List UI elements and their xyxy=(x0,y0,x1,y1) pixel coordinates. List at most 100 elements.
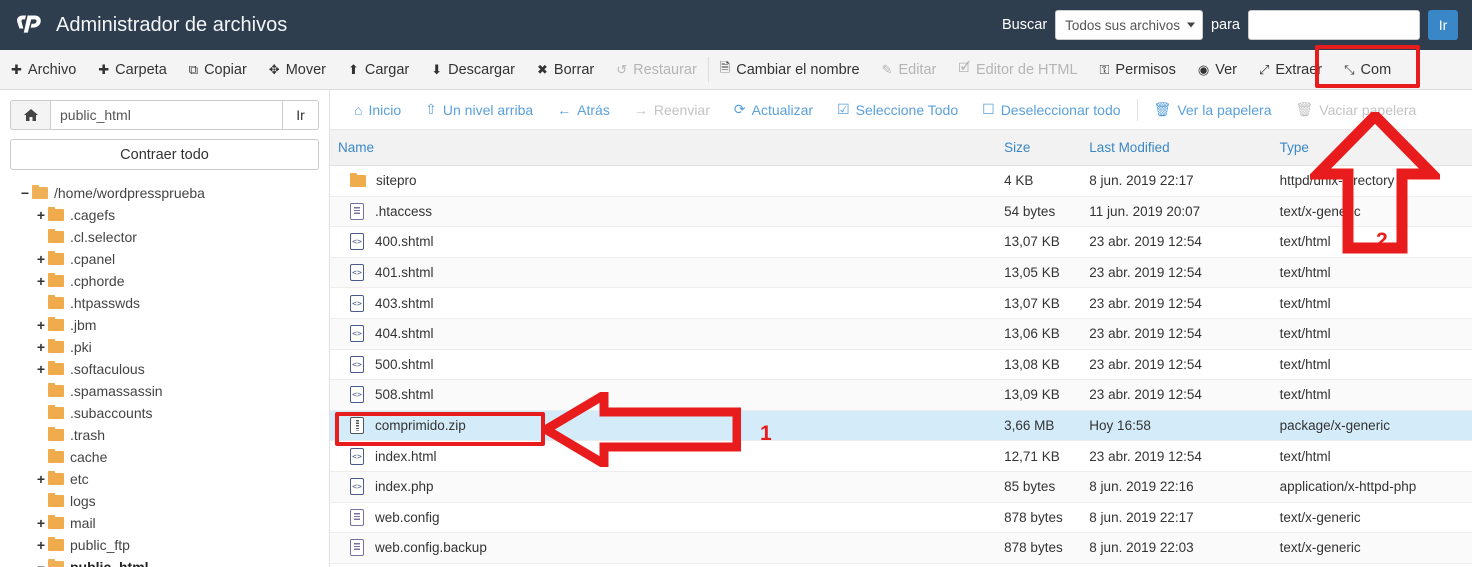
toolbar-label: Cargar xyxy=(364,61,410,78)
table-row[interactable]: web.config.backup 878 bytes 8 jun. 2019 … xyxy=(330,532,1472,564)
tree-node-home[interactable]: − /home/wordpressprueba xyxy=(10,182,319,204)
tree-node-cphorde[interactable]: + .cphorde xyxy=(10,270,319,292)
nav-label: Reenviar xyxy=(653,101,710,118)
tree-node-etc[interactable]: + etc xyxy=(10,468,319,490)
cell-name[interactable]: index.html xyxy=(330,440,997,472)
tree-node-trash[interactable]: .trash xyxy=(10,424,319,446)
column-header-type[interactable]: Type xyxy=(1271,130,1472,166)
nav-label: Inicio xyxy=(368,101,402,118)
column-header-name[interactable]: Name xyxy=(330,130,997,166)
nav-item-ver-papelera[interactable]: 🗑 Ver la papelera xyxy=(1142,101,1284,118)
cell-name[interactable]: index.php xyxy=(330,471,997,503)
tree-toggle-icon[interactable]: + xyxy=(34,317,48,333)
toolbar-item-comprimir[interactable]: ⤡ Com xyxy=(1333,50,1402,89)
file-pane: ⌂ Inicio ⇧ Un nivel arriba ← Atrás → Ree… xyxy=(330,90,1472,567)
nav-item-inicio[interactable]: ⌂ Inicio xyxy=(342,102,413,118)
tree-node-mail[interactable]: + mail xyxy=(10,512,319,534)
search-input[interactable] xyxy=(1248,10,1420,40)
toolbar-item-ver[interactable]: ◉ Ver xyxy=(1187,50,1248,89)
cell-name[interactable]: sitepro xyxy=(330,165,997,197)
tree-node-cagefs[interactable]: + .cagefs xyxy=(10,204,319,226)
cell-name[interactable]: 400.shtml xyxy=(330,226,997,258)
toolbar-item-archivo[interactable]: ✚ Archivo xyxy=(0,50,87,89)
table-row[interactable]: .htaccess 54 bytes 11 jun. 2019 20:07 te… xyxy=(330,196,1472,228)
tree-toggle-icon[interactable]: + xyxy=(34,251,48,267)
tree-node-cache[interactable]: cache xyxy=(10,446,319,468)
home-icon[interactable] xyxy=(10,100,50,130)
tree-node-label: logs xyxy=(70,493,96,509)
tree-node-cpanel[interactable]: + .cpanel xyxy=(10,248,319,270)
tree-toggle-icon[interactable]: + xyxy=(34,339,48,355)
tree-toggle-icon[interactable]: − xyxy=(18,185,32,201)
cell-name[interactable]: 401.shtml xyxy=(330,257,997,289)
cell-name[interactable]: 508.shtml xyxy=(330,379,997,411)
table-row-selected[interactable]: comprimido.zip 3,66 MB Hoy 16:58 package… xyxy=(330,410,1472,442)
tree-toggle-icon[interactable]: + xyxy=(34,537,48,553)
toolbar-item-borrar[interactable]: ✖ Borrar xyxy=(526,50,605,89)
column-header-last-modified[interactable]: Last Modified xyxy=(1081,130,1272,166)
path-input[interactable]: public_html xyxy=(50,100,283,130)
toolbar-item-mover[interactable]: ✥ Mover xyxy=(258,50,337,89)
table-row[interactable]: sitepro 4 KB 8 jun. 2019 22:17 httpd/uni… xyxy=(330,165,1472,197)
toolbar-item-cargar[interactable]: ⬆ Cargar xyxy=(337,50,420,89)
folder-icon xyxy=(48,316,64,331)
table-row[interactable]: 500.shtml 13,08 KB 23 abr. 2019 12:54 te… xyxy=(330,349,1472,381)
tree-node-public-html[interactable]: − public_html xyxy=(10,556,319,567)
cell-modified: 8 jun. 2019 22:17 xyxy=(1081,165,1272,197)
code-file-icon xyxy=(350,478,364,496)
cell-name[interactable]: web.config xyxy=(330,502,997,534)
search-scope-select[interactable]: Todos sus archivos xyxy=(1055,10,1203,40)
table-row[interactable]: index.html 12,71 KB 23 abr. 2019 12:54 t… xyxy=(330,440,1472,472)
tree-toggle-icon[interactable]: + xyxy=(34,273,48,289)
tree-node-softaculous[interactable]: + .softaculous xyxy=(10,358,319,380)
tree-node-public-ftp[interactable]: + public_ftp xyxy=(10,534,319,556)
tree-toggle-icon[interactable]: + xyxy=(34,361,48,377)
collapse-all-button[interactable]: Contraer todo xyxy=(10,139,319,170)
table-row[interactable]: 400.shtml 13,07 KB 23 abr. 2019 12:54 te… xyxy=(330,226,1472,258)
tree-node-subaccounts[interactable]: .subaccounts xyxy=(10,402,319,424)
cell-name[interactable]: 500.shtml xyxy=(330,349,997,381)
table-row[interactable]: 404.shtml 13,06 KB 23 abr. 2019 12:54 te… xyxy=(330,318,1472,350)
tree-toggle-icon[interactable]: − xyxy=(34,559,48,567)
column-header-size[interactable]: Size xyxy=(996,130,1082,166)
toolbar-item-copiar[interactable]: ⧉ Copiar xyxy=(178,50,258,89)
nav-item-un-nivel-arriba[interactable]: ⇧ Un nivel arriba xyxy=(413,101,545,118)
tree-node-cl-selector[interactable]: .cl.selector xyxy=(10,226,319,248)
move-icon: ✥ xyxy=(268,61,280,77)
toolbar-item-extraer[interactable]: ⤢ Extraer xyxy=(1248,50,1333,89)
table-row[interactable]: 508.shtml 13,09 KB 23 abr. 2019 12:54 te… xyxy=(330,379,1472,411)
table-row[interactable]: 401.shtml 13,05 KB 23 abr. 2019 12:54 te… xyxy=(330,257,1472,289)
toolbar-item-carpeta[interactable]: ✚ Carpeta xyxy=(87,50,178,89)
path-go-button[interactable]: Ir xyxy=(283,100,319,130)
toolbar-item-cambiar-nombre[interactable]: 🗎 Cambiar el nombre xyxy=(709,50,871,89)
checkbox-checked-icon: ☑ xyxy=(837,101,850,117)
table-row[interactable]: web.config 878 bytes 8 jun. 2019 22:17 t… xyxy=(330,502,1472,534)
tree-toggle-icon[interactable]: + xyxy=(34,207,48,223)
doc-icon xyxy=(350,508,364,526)
toolbar-item-permisos[interactable]: ⚿ Permisos xyxy=(1089,50,1187,89)
tree-node-logs[interactable]: logs xyxy=(10,490,319,512)
search-go-button[interactable]: Ir xyxy=(1428,10,1458,40)
cell-name[interactable]: .htaccess xyxy=(330,196,997,228)
tree-node-label: mail xyxy=(70,515,96,531)
table-row[interactable]: 403.shtml 13,07 KB 23 abr. 2019 12:54 te… xyxy=(330,287,1472,319)
cell-name[interactable]: web.config.backup xyxy=(330,532,997,564)
tree-toggle-icon[interactable]: + xyxy=(34,515,48,531)
download-icon: ⬇ xyxy=(431,61,443,77)
tree-node-pki[interactable]: + .pki xyxy=(10,336,319,358)
nav-item-atras[interactable]: ← Atrás xyxy=(545,102,622,118)
nav-item-seleccione-todo[interactable]: ☑ Seleccione Todo xyxy=(825,101,970,118)
tree-node-label: cache xyxy=(70,449,108,465)
cell-name[interactable]: 404.shtml xyxy=(330,318,997,350)
tree-node-spamassassin[interactable]: .spamassassin xyxy=(10,380,319,402)
tree-node-htpasswds[interactable]: .htpasswds xyxy=(10,292,319,314)
cell-name[interactable]: 403.shtml xyxy=(330,287,997,319)
tree-node-jbm[interactable]: + .jbm xyxy=(10,314,319,336)
toolbar-item-descargar[interactable]: ⬇ Descargar xyxy=(420,50,526,89)
zip-icon xyxy=(350,417,364,435)
nav-item-actualizar[interactable]: ⟳ Actualizar xyxy=(722,101,825,118)
tree-toggle-icon[interactable]: + xyxy=(34,471,48,487)
cell-name[interactable]: comprimido.zip xyxy=(330,410,997,442)
table-row[interactable]: index.php 85 bytes 8 jun. 2019 22:16 app… xyxy=(330,471,1472,503)
nav-item-deseleccionar-todo[interactable]: ☐ Deseleccionar todo xyxy=(970,101,1132,118)
